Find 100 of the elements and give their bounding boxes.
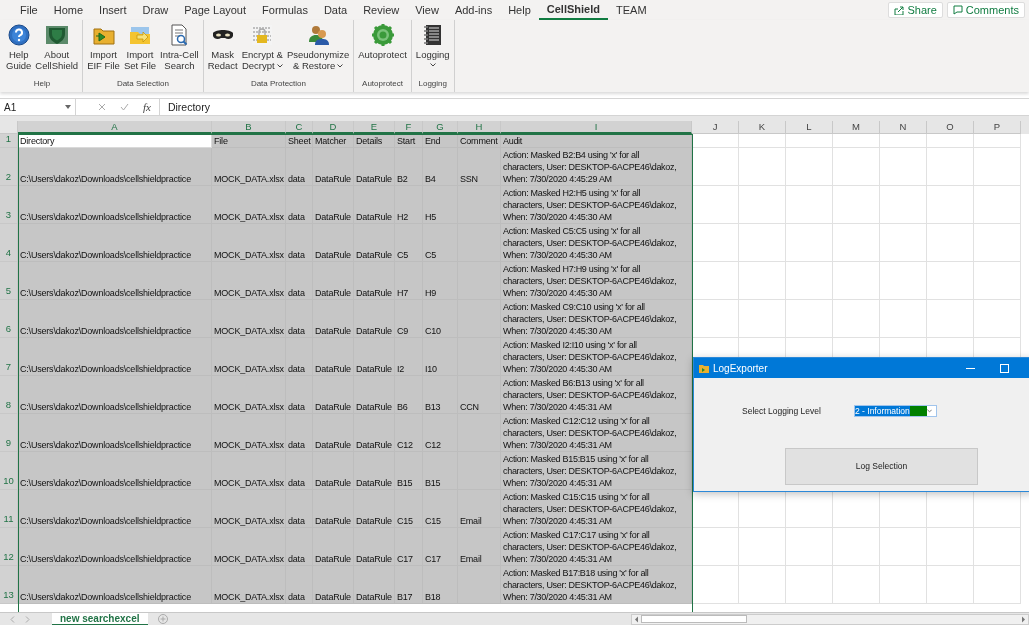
row-header[interactable]: 4 [0,224,18,262]
table-cell [927,490,974,528]
menu-tab[interactable]: View [407,0,447,20]
level-dropdown[interactable]: 2 - Information [854,405,937,417]
table-cell [880,186,927,224]
share-button[interactable]: Share [888,2,943,18]
table-cell: DataRule [313,414,354,452]
horizontal-scrollbar[interactable] [631,613,1029,625]
column-header[interactable]: G [423,121,458,134]
scroll-left-arrow-icon [632,614,641,624]
table-cell [739,566,786,604]
table-cell [692,186,739,224]
table-cell: MOCK_DATA.xlsx [212,376,286,414]
people-icon [307,24,330,46]
formula-field[interactable]: Directory [158,99,1029,115]
notebook-icon [421,24,444,46]
table-cell: C:\Users\dakoz\Downloads\cellshieldpractice [18,452,212,490]
row-header[interactable]: 10 [0,452,18,490]
table-cell [739,186,786,224]
table-cell: DataRule [313,452,354,490]
table-cell: MOCK_DATA.xlsx [212,262,286,300]
column-header[interactable]: A [18,121,212,134]
group-label: Autoprotect [362,78,403,90]
table-cell: H5 [423,186,458,224]
log-selection-button[interactable]: Log Selection [785,448,978,485]
column-header[interactable]: F [395,121,423,134]
table-cell: Email [458,490,501,528]
comments-button[interactable]: Comments [946,2,1025,18]
row-header[interactable]: 1 [0,134,18,148]
row-header[interactable]: 7 [0,338,18,376]
table-cell [927,528,974,566]
menu-tab[interactable]: Help [500,0,539,20]
ribbon-button[interactable]: Help Guide [5,24,33,71]
menu-tab[interactable]: Add-ins [446,0,501,20]
menu-tab[interactable]: Insert [91,0,135,20]
table-cell [786,566,833,604]
table-cell: MOCK_DATA.xlsx [212,224,286,262]
table-cell: MOCK_DATA.xlsx [212,300,286,338]
row-header[interactable]: 12 [0,528,18,566]
table-cell: MOCK_DATA.xlsx [212,566,286,604]
table-cell [739,490,786,528]
ribbon-button[interactable]: Intra-Cell Search [159,24,200,71]
table-cell [833,300,880,338]
table-cell [739,262,786,300]
table-cell: DataRule [313,566,354,604]
row-header[interactable]: 3 [0,186,18,224]
ribbon-button[interactable]: Import EIF File [86,24,121,71]
table-cell: DataRule [354,452,395,490]
table-cell: data [286,414,313,452]
menu-tab[interactable]: Formulas [254,0,316,20]
table-cell: data [286,490,313,528]
ribbon-button[interactable]: Encrypt & Decrypt [240,24,284,71]
table-cell [927,224,974,262]
table-cell: B2 [395,148,423,186]
table-cell: DataRule [313,148,354,186]
menu-tab[interactable]: Data [315,0,356,20]
table-cell [974,262,1021,300]
row-header[interactable]: 9 [0,414,18,452]
column-header[interactable]: E [354,121,395,134]
column-header[interactable]: C [286,121,313,134]
menu-tab[interactable]: Draw [134,0,177,20]
table-cell: MOCK_DATA.xlsx [212,490,286,528]
table-cell: C:\Users\dakoz\Downloads\cellshieldpractice [18,338,212,376]
table-cell: Action: Masked B17:B18 using 'x' for all characters, User: DESKTOP-6ACPE46\dakoz, When: 7/30/2020 4:45:31 AM [501,566,692,604]
ribbon-button[interactable]: About CellShield [34,24,80,71]
scroll-left-icon [10,615,15,623]
column-header[interactable]: H [458,121,501,134]
ribbon-button[interactable]: Autoprotect [357,24,408,60]
table-cell: DataRule [313,338,354,376]
function-label[interactable]: fx [143,98,151,116]
menu-tab[interactable]: Review [355,0,408,20]
share-icon [894,5,905,15]
column-header[interactable]: D [313,121,354,134]
row-header[interactable]: 8 [0,376,18,414]
table-cell: B18 [423,566,458,604]
table-cell: Action: Masked C5:C5 using 'x' for all characters, User: DESKTOP-6ACPE46\dakoz, When: 7/30/2020 4:45:30 AM [501,224,692,262]
table-cell: C12 [423,414,458,452]
table-cell: DataRule [354,338,395,376]
row-header[interactable]: 13 [0,566,18,604]
ribbon-button[interactable]: Pseudonymize & Restore [285,24,351,71]
row-header[interactable]: 2 [0,148,18,186]
menu-tab[interactable]: TEAM [608,0,655,20]
name-box[interactable]: A1 [0,99,76,115]
menu-tab[interactable]: Page Layout [176,0,255,20]
ribbon-button[interactable]: Mask Redact [206,24,239,71]
row-header[interactable]: 5 [0,262,18,300]
menu-tab[interactable]: File [12,0,46,20]
column-header[interactable]: I [501,121,692,134]
row-header[interactable]: 6 [0,300,18,338]
row-header[interactable]: 11 [0,490,18,528]
sheet-tab[interactable]: new searchexcel [52,612,148,625]
caret-icon [926,409,932,413]
padlock-icon [251,24,274,46]
table-cell: DataRule [313,376,354,414]
table-cell: data [286,148,313,186]
ribbon-button[interactable]: Logging [414,24,451,67]
ribbon-button[interactable]: Import Set File [122,24,158,71]
table-cell: C:\Users\dakoz\Downloads\cellshieldpractice [18,528,212,566]
column-header[interactable]: B [212,121,286,134]
menu-tab[interactable]: Home [45,0,92,20]
